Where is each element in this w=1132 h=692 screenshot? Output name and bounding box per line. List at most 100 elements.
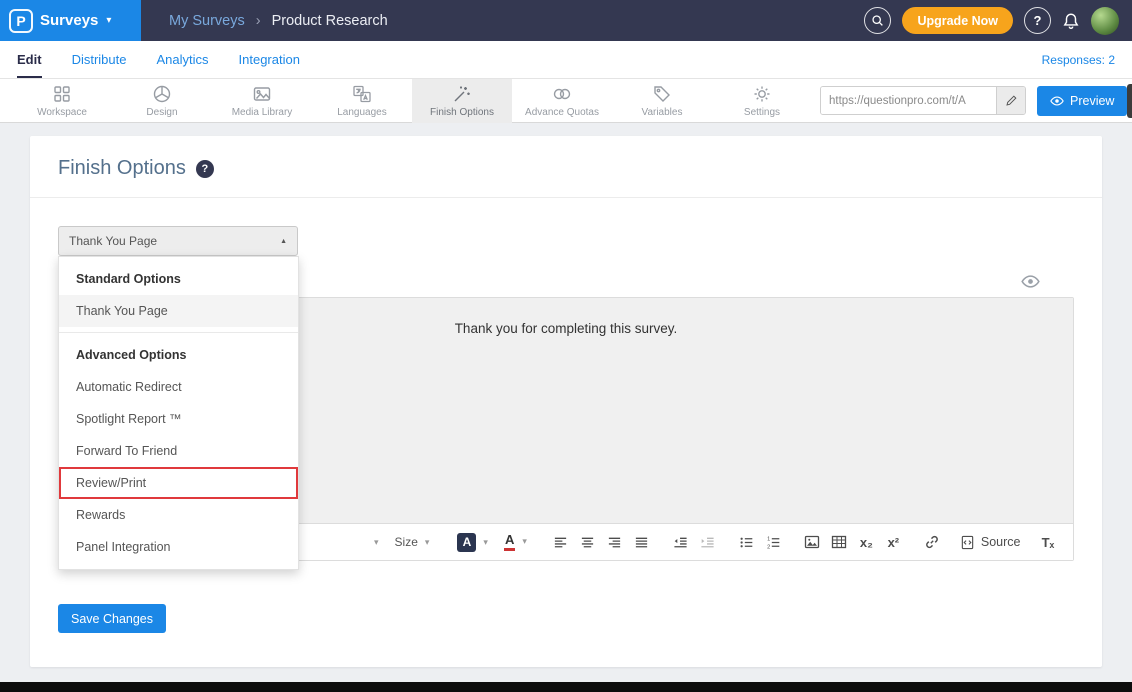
font-dropdown[interactable]: ▾: [305, 537, 385, 548]
menu-group-standard-options: Standard Options: [59, 261, 298, 295]
logo-letter: P: [16, 13, 25, 29]
help-button[interactable]: ?: [1024, 7, 1051, 34]
numbered-list-button[interactable]: 12: [762, 530, 785, 555]
design-icon: [152, 84, 172, 104]
menu-item-review-print[interactable]: Review/Print: [59, 467, 298, 499]
toolbar-item-finish-options[interactable]: Finish Options: [412, 79, 512, 123]
questionpro-logo: P: [9, 9, 33, 33]
survey-url-box: [820, 86, 1026, 115]
eye-icon: [1050, 94, 1064, 108]
toolbar-item-label: Design: [146, 107, 177, 118]
background-color-button[interactable]: A ▾: [451, 533, 494, 552]
card-header: Finish Options ?: [30, 136, 1102, 198]
toolbar-item-workspace[interactable]: Workspace: [12, 79, 112, 123]
insert-image-button[interactable]: [801, 530, 824, 555]
menu-item-spotlight-report[interactable]: Spotlight Report ™: [59, 403, 298, 435]
topbar: P Surveys ▾ My Surveys › Product Researc…: [0, 0, 1132, 41]
surveys-menu-label: Surveys: [40, 12, 98, 29]
page-help-icon[interactable]: ?: [196, 160, 214, 178]
decrease-indent-icon: [673, 535, 688, 550]
tab-distribute[interactable]: Distribute: [72, 41, 127, 78]
avatar[interactable]: [1091, 7, 1119, 35]
tab-edit[interactable]: Edit: [17, 41, 42, 78]
breadcrumb: My Surveys › Product Research: [169, 13, 388, 29]
survey-toolbar: Workspace Design Media Library Languages…: [0, 79, 1132, 123]
menu-item-rewards[interactable]: Rewards: [59, 499, 298, 531]
chevron-down-icon: ▾: [106, 15, 111, 26]
align-left-icon: [553, 535, 568, 550]
source-button[interactable]: Source: [960, 535, 1021, 550]
breadcrumb-my-surveys[interactable]: My Surveys: [169, 13, 245, 29]
finish-type-select[interactable]: Thank You Page ▲: [58, 226, 298, 256]
insert-table-button[interactable]: [828, 530, 851, 555]
align-right-button[interactable]: [603, 530, 626, 555]
chevron-down-icon: ▾: [425, 537, 430, 548]
source-button-label: Source: [981, 535, 1021, 549]
survey-url-input[interactable]: [821, 87, 996, 114]
size-dropdown[interactable]: Size ▾: [389, 535, 436, 549]
align-center-button[interactable]: [576, 530, 599, 555]
link-icon: [924, 534, 940, 550]
align-right-icon: [607, 535, 622, 550]
remove-format-button[interactable]: Tₓ: [1036, 530, 1059, 555]
finish-options-card: Finish Options ? Thank You Page ▲ Standa…: [30, 136, 1102, 667]
chevron-up-icon: ▲: [280, 238, 287, 245]
toolbar-item-media-library[interactable]: Media Library: [212, 79, 312, 123]
toolbar-item-advance-quotas[interactable]: Advance Quotas: [512, 79, 612, 123]
responses-count[interactable]: Responses: 2: [1042, 53, 1115, 67]
edit-url-button[interactable]: [996, 87, 1025, 114]
save-changes-button[interactable]: Save Changes: [58, 604, 166, 633]
pencil-icon: [1005, 94, 1018, 107]
section-tabs: Edit Distribute Analytics Integration Re…: [0, 41, 1132, 79]
tab-integration[interactable]: Integration: [239, 41, 300, 78]
toolbar-item-languages[interactable]: Languages: [312, 79, 412, 123]
preview-thank-you-eye-icon[interactable]: [1021, 272, 1040, 291]
upgrade-button[interactable]: Upgrade Now: [902, 7, 1013, 34]
topbar-actions: Upgrade Now ?: [864, 7, 1132, 35]
background-color-icon: A: [457, 533, 476, 552]
workspace-icon: [52, 84, 72, 104]
edge-widget: [1127, 84, 1132, 118]
surveys-menu[interactable]: P Surveys ▾: [0, 0, 141, 41]
toolbar-item-label: Media Library: [232, 107, 293, 118]
menu-group-advanced-options: Advanced Options: [59, 337, 298, 371]
tabs: Edit Distribute Analytics Integration: [17, 41, 300, 78]
svg-text:2: 2: [767, 544, 770, 550]
question-icon: ?: [1034, 13, 1042, 28]
notifications-button[interactable]: [1062, 12, 1080, 30]
increase-indent-button[interactable]: [696, 530, 719, 555]
toolbar-item-label: Finish Options: [430, 107, 494, 118]
finish-type-selected-label: Thank You Page: [69, 234, 157, 248]
toolbar-item-label: Languages: [337, 107, 387, 118]
media-library-icon: [252, 84, 272, 104]
toolbar-item-variables[interactable]: Variables: [612, 79, 712, 123]
link-button[interactable]: [921, 530, 944, 555]
menu-item-panel-integration[interactable]: Panel Integration: [59, 531, 298, 563]
chevron-down-icon: ▾: [522, 536, 527, 547]
finish-type-menu: Standard Options Thank You Page Advanced…: [58, 256, 299, 570]
bullet-list-icon: [739, 535, 754, 550]
toolbar-item-design[interactable]: Design: [112, 79, 212, 123]
bullet-list-button[interactable]: [735, 530, 758, 555]
menu-item-automatic-redirect[interactable]: Automatic Redirect: [59, 371, 298, 403]
align-left-button[interactable]: [549, 530, 572, 555]
preview-button[interactable]: Preview: [1037, 86, 1127, 116]
decrease-indent-button[interactable]: [669, 530, 692, 555]
menu-item-forward-to-friend[interactable]: Forward To Friend: [59, 435, 298, 467]
menu-item-thank-you-page[interactable]: Thank You Page: [59, 295, 298, 327]
align-justify-button[interactable]: [630, 530, 653, 555]
tab-analytics[interactable]: Analytics: [156, 41, 208, 78]
toolbar-item-label: Workspace: [37, 107, 87, 118]
languages-icon: [352, 84, 372, 104]
align-center-icon: [580, 535, 595, 550]
toolbar-item-settings[interactable]: Settings: [712, 79, 812, 123]
magic-wand-icon: [452, 84, 472, 104]
remove-format-icon: Tₓ: [1042, 535, 1055, 550]
search-icon: [871, 14, 884, 27]
subscript-button[interactable]: x₂: [855, 530, 878, 555]
bottom-strip: [0, 682, 1132, 692]
search-button[interactable]: [864, 7, 891, 34]
superscript-button[interactable]: x²: [882, 530, 905, 555]
text-color-button[interactable]: A ▾: [498, 533, 533, 551]
page-title: Finish Options: [58, 157, 186, 180]
